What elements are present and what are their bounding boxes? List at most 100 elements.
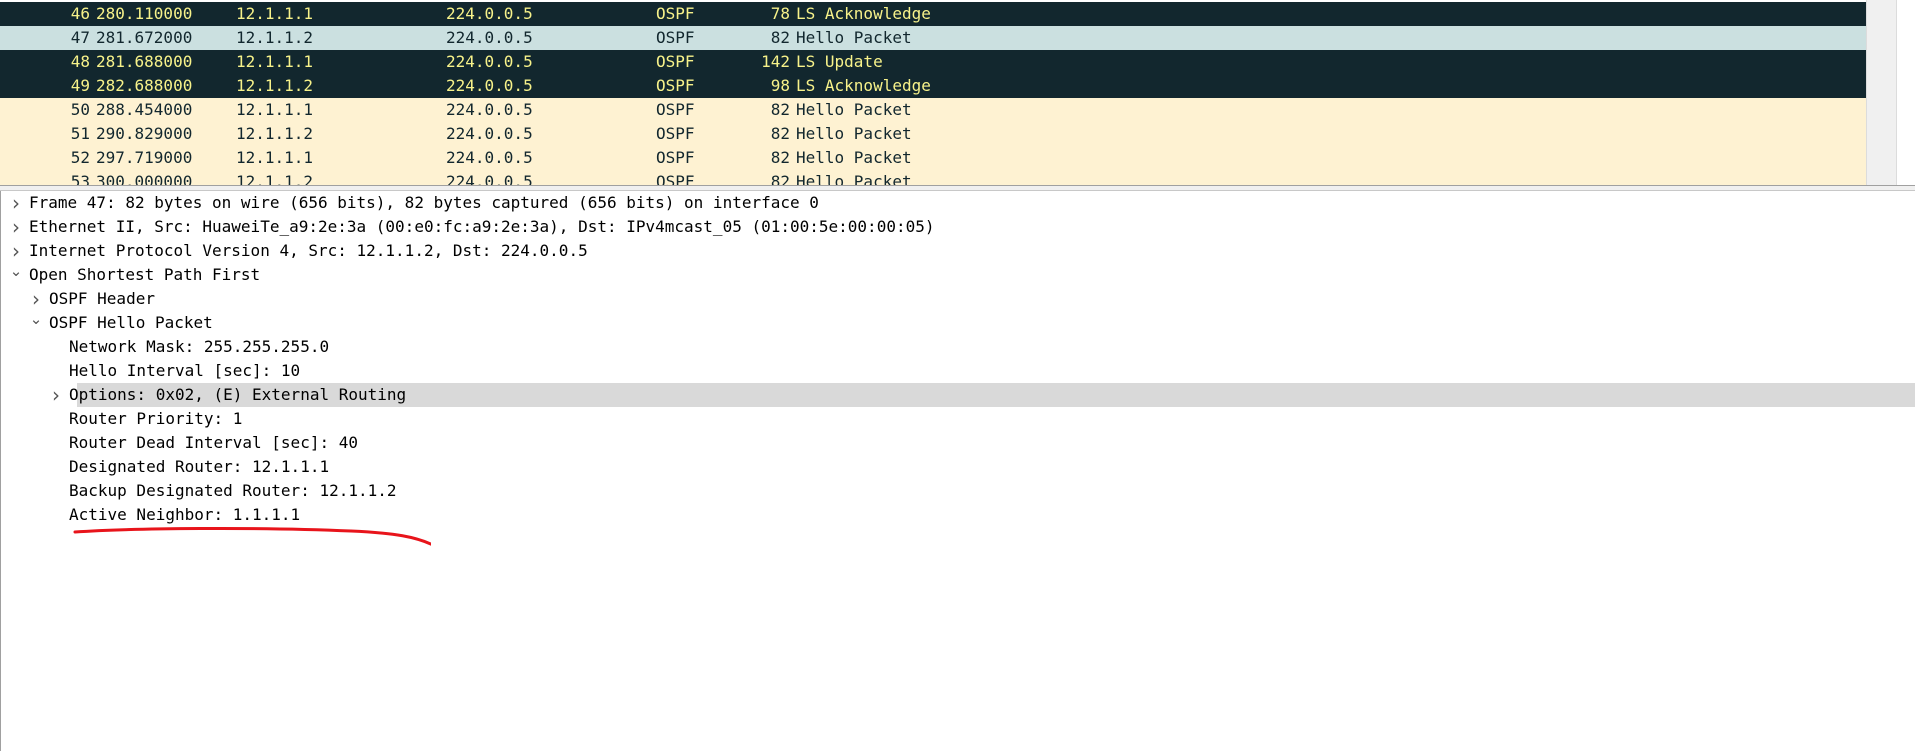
chevron-right-icon[interactable]: › xyxy=(9,215,23,239)
packet-time: 281.672000 xyxy=(96,28,193,47)
tree-item-label: Network Mask: 255.255.255.0 xyxy=(69,337,330,356)
packet-destination: 224.0.0.5 xyxy=(446,28,533,47)
packet-length: 142 xyxy=(761,52,790,71)
packet-info: Hello Packet xyxy=(796,124,912,143)
packet-length: 98 xyxy=(770,76,790,95)
chevron-right-icon[interactable]: › xyxy=(9,239,23,263)
packet-info: LS Acknowledge xyxy=(796,4,931,23)
chevron-right-icon[interactable]: › xyxy=(29,287,43,311)
tree-item[interactable]: › Options: 0x02, (E) External Routing xyxy=(52,383,1915,407)
packet-number: 51 xyxy=(70,124,90,143)
packet-row[interactable]: 50 288.454000 12.1.1.1 224.0.0.5 OSPF 82 Hello… xyxy=(0,98,1866,122)
packet-source: 12.1.1.1 xyxy=(236,148,314,167)
tree-item-label: Router Priority: 1 xyxy=(69,409,243,428)
tree-item-label: OSPF Hello Packet xyxy=(49,313,213,332)
packet-list-pane[interactable]: 46 280.110000 12.1.1.1 224.0.0.5 OSPF 78 LS Ac… xyxy=(0,0,1915,185)
packet-source: 12.1.1.1 xyxy=(236,100,314,119)
tree-item[interactable]: ⌄ Open Shortest Path First xyxy=(1,263,1915,287)
packet-info: Hello Packet xyxy=(796,28,912,47)
chevron-right-icon[interactable]: › xyxy=(9,191,23,215)
packet-time: 282.688000 xyxy=(96,76,193,95)
chevron-down-icon[interactable]: ⌄ xyxy=(29,311,43,327)
tree-item-label: Backup Designated Router: 12.1.1.2 xyxy=(69,481,397,500)
packet-destination: 224.0.0.5 xyxy=(446,148,533,167)
packet-time: 281.688000 xyxy=(96,52,193,71)
packet-source: 12.1.1.2 xyxy=(236,172,314,185)
packet-destination: 224.0.0.5 xyxy=(446,76,533,95)
packet-row[interactable]: 47 281.672000 12.1.1.2 224.0.0.5 OSPF 82 Hello… xyxy=(0,26,1866,50)
packet-length: 82 xyxy=(770,148,790,167)
packet-time: 297.719000 xyxy=(96,148,193,167)
packet-row[interactable]: 48 281.688000 12.1.1.1 224.0.0.5 OSPF 142 LS U… xyxy=(0,50,1866,74)
tree-item-label: Open Shortest Path First xyxy=(29,265,261,284)
tree-item-label: Router Dead Interval [sec]: 40 xyxy=(69,433,358,452)
packet-row[interactable]: 46 280.110000 12.1.1.1 224.0.0.5 OSPF 78 LS Ac… xyxy=(0,2,1866,26)
packet-number: 53 xyxy=(70,172,90,185)
wireshark-window: 46 280.110000 12.1.1.1 224.0.0.5 OSPF 78 LS Ac… xyxy=(0,0,1915,751)
packet-destination: 224.0.0.5 xyxy=(446,124,533,143)
packet-row[interactable]: 51 290.829000 12.1.1.2 224.0.0.5 OSPF 82 Hello… xyxy=(0,122,1866,146)
tree-item[interactable]: ⌄ OSPF Hello Packet xyxy=(1,311,1915,335)
packet-info: LS Update xyxy=(796,52,883,71)
packet-source: 12.1.1.2 xyxy=(236,28,314,47)
packet-details-pane[interactable]: › Frame 47: 82 bytes on wire (656 bits), … xyxy=(0,191,1915,751)
tree-item-label: Options: 0x02, (E) External Routing xyxy=(69,385,407,404)
packet-length: 82 xyxy=(770,124,790,143)
packet-details-tree: › Frame 47: 82 bytes on wire (656 bits), … xyxy=(1,191,1915,527)
tree-item[interactable]: Network Mask: 255.255.255.0 xyxy=(1,335,1915,359)
packet-destination: 224.0.0.5 xyxy=(446,172,533,185)
packet-number: 52 xyxy=(70,148,90,167)
tree-item[interactable]: Backup Designated Router: 12.1.1.2 xyxy=(1,479,1915,503)
packet-protocol: OSPF xyxy=(656,76,695,95)
packet-time: 280.110000 xyxy=(96,4,193,23)
tree-item-label: OSPF Header xyxy=(49,289,155,308)
packet-protocol: OSPF xyxy=(656,148,695,167)
chevron-down-icon[interactable]: ⌄ xyxy=(9,263,23,279)
tree-item-label: Designated Router: 12.1.1.1 xyxy=(69,457,330,476)
tree-item[interactable]: › Ethernet II, Src: HuaweiTe_a9:2e:3a (00… xyxy=(1,215,1915,239)
packet-length: 82 xyxy=(770,28,790,47)
packet-number: 48 xyxy=(70,52,90,71)
packet-protocol: OSPF xyxy=(656,52,695,71)
packet-list-rows: 46 280.110000 12.1.1.1 224.0.0.5 OSPF 78 LS Ac… xyxy=(0,2,1866,185)
packet-info: Hello Packet xyxy=(796,100,912,119)
packet-info: LS Acknowledge xyxy=(796,76,931,95)
packet-list-side-panel xyxy=(1896,0,1915,185)
tree-item[interactable]: Hello Interval [sec]: 10 xyxy=(1,359,1915,383)
packet-destination: 224.0.0.5 xyxy=(446,4,533,23)
packet-number: 49 xyxy=(70,76,90,95)
tree-item[interactable]: Router Dead Interval [sec]: 40 xyxy=(1,431,1915,455)
tree-item[interactable]: › Internet Protocol Version 4, Src: 12.1.… xyxy=(1,239,1915,263)
tree-item[interactable]: Designated Router: 12.1.1.1 xyxy=(1,455,1915,479)
packet-time: 290.829000 xyxy=(96,124,193,143)
packet-info: Hello Packet xyxy=(796,172,912,185)
packet-source: 12.1.1.2 xyxy=(236,76,314,95)
packet-protocol: OSPF xyxy=(656,172,695,185)
tree-item-label: Ethernet II, Src: HuaweiTe_a9:2e:3a (00:… xyxy=(29,217,935,236)
tree-item-label: Internet Protocol Version 4, Src: 12.1.1… xyxy=(29,241,588,260)
packet-protocol: OSPF xyxy=(656,124,695,143)
packet-row[interactable]: 49 282.688000 12.1.1.2 224.0.0.5 OSPF 98 LS Ac… xyxy=(0,74,1866,98)
tree-item[interactable]: › Frame 47: 82 bytes on wire (656 bits), … xyxy=(1,191,1915,215)
packet-protocol: OSPF xyxy=(656,28,695,47)
packet-protocol: OSPF xyxy=(656,4,695,23)
tree-item-label: Frame 47: 82 bytes on wire (656 bits), 8… xyxy=(29,193,819,212)
packet-time: 288.454000 xyxy=(96,100,193,119)
tree-item-label: Hello Interval [sec]: 10 xyxy=(69,361,301,380)
packet-length: 78 xyxy=(770,4,790,23)
tree-item[interactable]: Router Priority: 1 xyxy=(1,407,1915,431)
packet-length: 82 xyxy=(770,172,790,185)
packet-source: 12.1.1.2 xyxy=(236,124,314,143)
packet-number: 46 xyxy=(70,4,90,23)
packet-number: 47 xyxy=(70,28,90,47)
red-underline-annotation xyxy=(73,526,431,546)
packet-list-scrollbar[interactable] xyxy=(1866,0,1897,185)
chevron-right-icon[interactable]: › xyxy=(49,383,63,407)
packet-source: 12.1.1.1 xyxy=(236,4,314,23)
packet-protocol: OSPF xyxy=(656,100,695,119)
packet-row[interactable]: 53 300.000000 12.1.1.2 224.0.0.5 OSPF 82 Hello… xyxy=(0,170,1866,185)
tree-item[interactable]: › OSPF Header xyxy=(1,287,1915,311)
packet-destination: 224.0.0.5 xyxy=(446,52,533,71)
packet-length: 82 xyxy=(770,100,790,119)
packet-row[interactable]: 52 297.719000 12.1.1.1 224.0.0.5 OSPF 82 Hello… xyxy=(0,146,1866,170)
